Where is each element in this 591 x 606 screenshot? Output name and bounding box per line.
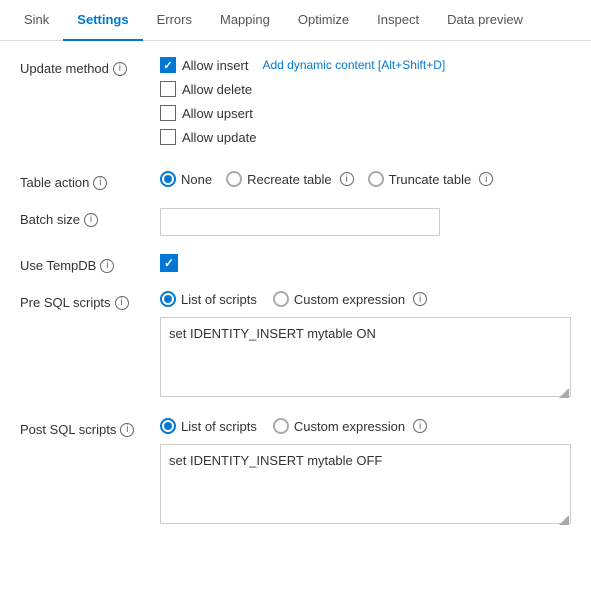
pre-sql-list-radio[interactable] [160,291,176,307]
recreate-radio[interactable] [226,171,242,187]
update-method-row: Update method i Allow insert Add dynamic… [20,57,571,153]
post-sql-custom-expression[interactable]: Custom expression i [273,418,427,434]
add-dynamic-content-link[interactable]: Add dynamic content [Alt+Shift+D] [262,58,445,72]
table-action-row: Table action i None Recreate table i Tru… [20,171,571,190]
truncate-info-icon[interactable]: i [479,172,493,186]
pre-sql-custom-expression[interactable]: Custom expression i [273,291,427,307]
post-sql-list-radio[interactable] [160,418,176,434]
update-method-info-icon[interactable]: i [113,62,127,76]
allow-update-label: Allow update [182,130,256,145]
post-sql-info-icon[interactable]: i [120,423,134,437]
allow-insert-checkbox[interactable] [160,57,176,73]
allow-update-row: Allow update [160,129,571,145]
post-sql-scripts-label: Post SQL scripts i [20,418,160,437]
tab-inspect[interactable]: Inspect [363,0,433,41]
pre-sql-radio-group: List of scripts Custom expression i [160,291,571,307]
tab-bar: Sink Settings Errors Mapping Optimize In… [0,0,591,41]
table-action-radio-group: None Recreate table i Truncate table i [160,171,571,187]
post-sql-custom-label: Custom expression [294,419,405,434]
batch-size-text: Batch size [20,212,80,227]
allow-delete-checkbox[interactable] [160,81,176,97]
use-tempdb-text: Use TempDB [20,258,96,273]
allow-upsert-row: Allow upsert [160,105,571,121]
batch-size-row: Batch size i [20,208,571,236]
recreate-info-icon[interactable]: i [340,172,354,186]
table-action-recreate[interactable]: Recreate table i [226,171,354,187]
pre-sql-textarea[interactable]: set IDENTITY_INSERT mytable ON [160,317,571,397]
pre-sql-custom-info-icon[interactable]: i [413,292,427,306]
table-action-truncate[interactable]: Truncate table i [368,171,494,187]
batch-size-control [160,208,571,236]
table-action-none[interactable]: None [160,171,212,187]
pre-sql-info-icon[interactable]: i [115,296,129,310]
use-tempdb-row: Use TempDB i [20,254,571,273]
pre-sql-custom-label: Custom expression [294,292,405,307]
tab-sink[interactable]: Sink [10,0,63,41]
tab-mapping[interactable]: Mapping [206,0,284,41]
table-action-label: Table action i [20,171,160,190]
batch-size-info-icon[interactable]: i [84,213,98,227]
tab-errors[interactable]: Errors [143,0,206,41]
batch-size-input[interactable] [160,208,440,236]
update-method-control: Allow insert Add dynamic content [Alt+Sh… [160,57,571,153]
table-action-info-icon[interactable]: i [93,176,107,190]
allow-update-checkbox[interactable] [160,129,176,145]
use-tempdb-checkbox[interactable] [160,254,178,272]
allow-upsert-checkbox[interactable] [160,105,176,121]
post-sql-list-label: List of scripts [181,419,257,434]
allow-upsert-label: Allow upsert [182,106,253,121]
use-tempdb-label: Use TempDB i [20,254,160,273]
truncate-radio[interactable] [368,171,384,187]
post-sql-radio-group: List of scripts Custom expression i [160,418,571,434]
pre-sql-scripts-control: List of scripts Custom expression i set … [160,291,571,400]
use-tempdb-info-icon[interactable]: i [100,259,114,273]
post-sql-scripts-row: Post SQL scripts i List of scripts Custo… [20,418,571,527]
table-action-control: None Recreate table i Truncate table i [160,171,571,187]
none-label: None [181,172,212,187]
pre-sql-textarea-wrapper: set IDENTITY_INSERT mytable ON + [160,317,571,400]
allow-insert-label: Allow insert [182,58,248,73]
allow-delete-label: Allow delete [182,82,252,97]
update-method-text: Update method [20,61,109,76]
tab-optimize[interactable]: Optimize [284,0,363,41]
tab-data-preview[interactable]: Data preview [433,0,537,41]
truncate-label: Truncate table [389,172,472,187]
post-sql-textarea[interactable]: set IDENTITY_INSERT mytable OFF [160,444,571,524]
table-action-text: Table action [20,175,89,190]
post-sql-custom-radio[interactable] [273,418,289,434]
pre-sql-scripts-row: Pre SQL scripts i List of scripts Custom… [20,291,571,400]
pre-sql-scripts-label: Pre SQL scripts i [20,291,160,310]
post-sql-textarea-wrapper: set IDENTITY_INSERT mytable OFF + [160,444,571,527]
pre-sql-list-of-scripts[interactable]: List of scripts [160,291,257,307]
pre-sql-custom-radio[interactable] [273,291,289,307]
post-sql-scripts-text: Post SQL scripts [20,422,116,437]
pre-sql-list-label: List of scripts [181,292,257,307]
use-tempdb-control [160,254,571,272]
allow-delete-row: Allow delete [160,81,571,97]
pre-sql-resize-handle[interactable] [559,388,569,398]
recreate-label: Recreate table [247,172,332,187]
post-sql-resize-handle[interactable] [559,515,569,525]
post-sql-list-of-scripts[interactable]: List of scripts [160,418,257,434]
batch-size-label: Batch size i [20,208,160,227]
none-radio[interactable] [160,171,176,187]
tab-settings[interactable]: Settings [63,0,142,41]
update-method-label: Update method i [20,57,160,76]
post-sql-scripts-control: List of scripts Custom expression i set … [160,418,571,527]
allow-insert-row: Allow insert Add dynamic content [Alt+Sh… [160,57,571,73]
pre-sql-scripts-text: Pre SQL scripts [20,295,111,310]
settings-content: Update method i Allow insert Add dynamic… [0,41,591,561]
post-sql-custom-info-icon[interactable]: i [413,419,427,433]
